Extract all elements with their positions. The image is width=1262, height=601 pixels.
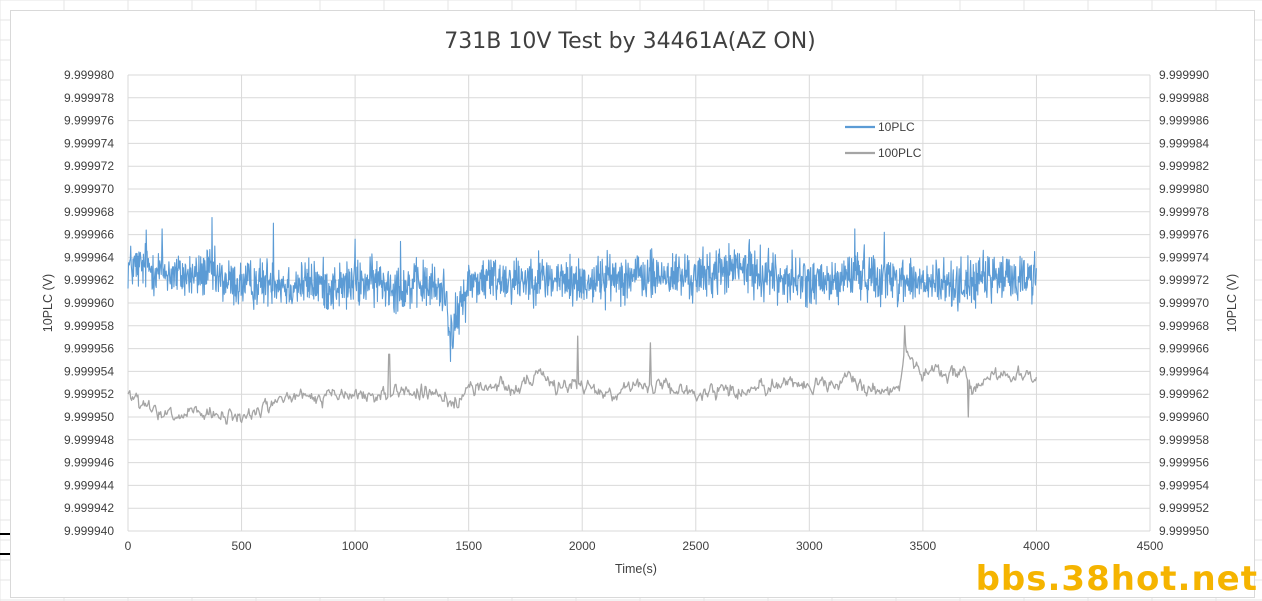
y-tick-label: 9.999960 [64,296,114,310]
y-tick-label: 9.999976 [64,114,114,128]
y-tick-label: 9.999964 [64,250,114,264]
y-tick-label: 9.999958 [64,319,114,333]
y2-tick-label: 9.999986 [1159,114,1209,128]
y2-tick-label: 9.999972 [1159,273,1209,287]
y-tick-label: 9.999940 [64,524,114,538]
x-axis-title: Time(s) [615,562,657,576]
y-tick-label: 9.999954 [64,364,114,378]
y-tick-label: 9.999950 [64,410,114,424]
right-axis-title: 10PLC (V) [1225,274,1239,332]
x-tick-label: 1500 [455,539,482,553]
y-tick-label: 9.999952 [64,387,114,401]
y2-tick-label: 9.999980 [1159,182,1209,196]
cell-border-fragment [0,533,10,555]
y2-tick-label: 9.999950 [1159,524,1209,538]
line-chart: 731B 10V Test by 34461A(AZ ON) 9.9999409… [41,29,1239,576]
x-tick-label: 500 [232,539,252,553]
y2-tick-label: 9.999956 [1159,456,1209,470]
y-tick-label: 9.999942 [64,501,114,515]
y2-tick-label: 9.999952 [1159,501,1209,515]
y2-tick-label: 9.999962 [1159,387,1209,401]
y2-tick-label: 9.999964 [1159,364,1209,378]
y-tick-label: 9.999968 [64,205,114,219]
y2-tick-label: 9.999958 [1159,433,1209,447]
y2-tick-label: 9.999968 [1159,319,1209,333]
y2-tick-label: 9.999954 [1159,478,1209,492]
x-tick-label: 0 [125,539,132,553]
y2-tick-label: 9.999978 [1159,205,1209,219]
left-axis-ticks: 9.999940 9.999942 9.999944 9.999946 9.999948… [64,68,114,538]
y2-tick-label: 9.999976 [1159,228,1209,242]
y-tick-label: 9.999978 [64,91,114,105]
x-axis-ticks: 0 500 1000 1500 2000 2500 3000 3500 4000 4500 [125,539,1164,553]
chart-title: 731B 10V Test by 34461A(AZ ON) [444,29,816,54]
y2-tick-label: 9.999990 [1159,68,1209,82]
x-tick-label: 2000 [569,539,596,553]
right-axis-ticks: 9.999950 9.999952 9.999954 9.999956 9.999958… [1159,68,1209,538]
x-tick-label: 4500 [1137,539,1164,553]
x-tick-label: 2500 [682,539,709,553]
y-tick-label: 9.999972 [64,159,114,173]
watermark: bbs.38hot.net [975,559,1258,599]
legend-label-100plc: 100PLC [878,146,922,160]
x-tick-label: 3000 [796,539,823,553]
y-tick-label: 9.999948 [64,433,114,447]
y-tick-label: 9.999962 [64,273,114,287]
y2-tick-label: 9.999988 [1159,91,1209,105]
y-tick-label: 9.999974 [64,136,114,150]
y-tick-label: 9.999966 [64,228,114,242]
left-axis-title: 10PLC (V) [41,274,55,332]
y2-tick-label: 9.999966 [1159,342,1209,356]
legend[interactable]: 10PLC 100PLC [845,120,922,160]
y2-tick-label: 9.999960 [1159,410,1209,424]
x-tick-label: 3500 [910,539,937,553]
y-tick-label: 9.999980 [64,68,114,82]
y-tick-label: 9.999970 [64,182,114,196]
y2-tick-label: 9.999974 [1159,250,1209,264]
gridlines [127,74,1151,532]
y-tick-label: 9.999946 [64,456,114,470]
legend-label-10plc: 10PLC [878,120,915,134]
y-tick-label: 9.999956 [64,342,114,356]
y2-tick-label: 9.999970 [1159,296,1209,310]
y-tick-label: 9.999944 [64,478,114,492]
x-tick-label: 1000 [342,539,369,553]
y2-tick-label: 9.999982 [1159,159,1209,173]
x-tick-label: 4000 [1023,539,1050,553]
y2-tick-label: 9.999984 [1159,136,1209,150]
